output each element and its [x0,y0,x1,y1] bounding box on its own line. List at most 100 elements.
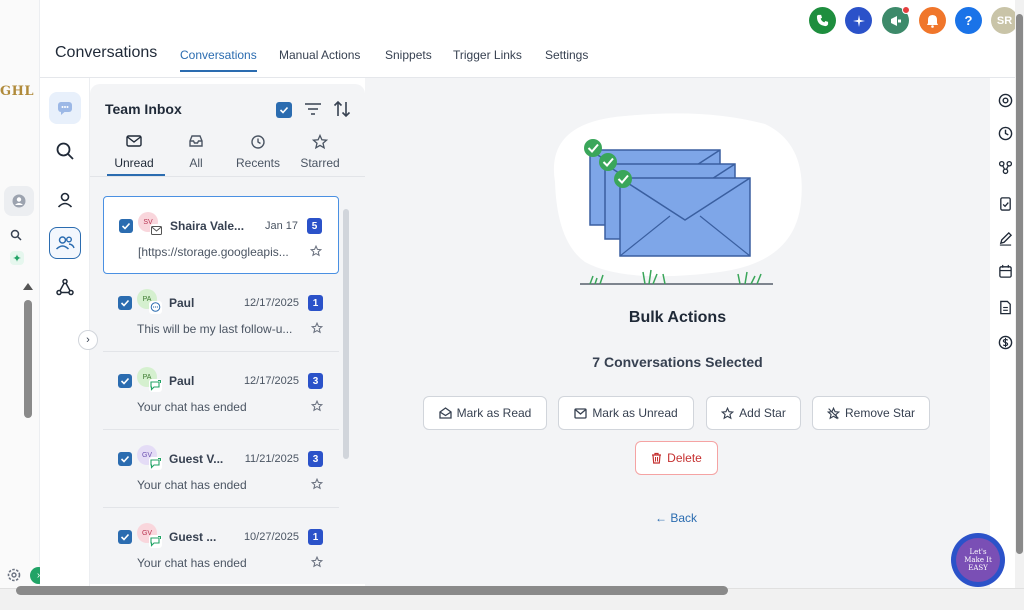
sort-icon[interactable] [333,100,351,123]
conversation-row[interactable]: SV Shaira Vale... Jan 17 5 [https://stor… [103,196,339,274]
message-date: 11/21/2025 [244,453,299,465]
payment-icon[interactable] [997,334,1013,350]
star-toggle-icon[interactable] [310,321,324,339]
filter-tab-label: Starred [300,156,340,170]
document-icon[interactable] [997,299,1013,315]
unread-count-badge: 3 [308,451,323,467]
row-checkbox[interactable] [118,374,132,388]
message-date: Jan 17 [264,220,298,232]
remove-star-button[interactable]: Remove Star [812,396,930,430]
delete-button[interactable]: Delete [635,441,718,475]
chat-icon [149,301,162,314]
star-toggle-icon[interactable] [310,555,324,573]
live-chat-icon [149,457,162,470]
tab-settings[interactable]: Settings [545,48,588,70]
horizontal-scroll-thumb[interactable] [16,586,728,595]
app-window: GHL ✦ › Conversations Conversations Manu… [0,0,1024,610]
user-avatar[interactable]: SR [991,7,1018,34]
phone-icon[interactable] [809,7,836,34]
message-date: 10/27/2025 [243,531,299,543]
location-switcher-icon[interactable] [4,186,34,216]
row-checkbox[interactable] [118,530,132,544]
scroll-up-arrow[interactable] [23,283,33,290]
conversation-row[interactable]: GV Guest ... 10/27/2025 1 Your chat has … [103,508,339,584]
message-preview: Your chat has ended [137,400,247,414]
help-chat-bubble[interactable]: Let's Make It EASY [951,533,1005,587]
page-title: Conversations [55,44,158,61]
conversation-row[interactable]: GV Guest V... 11/21/2025 3 Your chat has… [103,430,339,508]
mark-as-unread-button[interactable]: Mark as Unread [558,396,694,430]
inbox-icon [189,135,203,147]
add-star-button[interactable]: Add Star [706,396,801,430]
button-label: Delete [667,451,702,465]
tab-trigger-links[interactable]: Trigger Links [453,48,522,70]
unread-count-badge: 1 [308,529,323,545]
unread-count-badge: 5 [307,218,322,234]
star-toggle-icon[interactable] [309,244,323,262]
trash-icon [652,452,662,464]
star-icon [311,133,329,150]
help-icon[interactable]: ? [955,7,982,34]
vertical-scroll-thumb[interactable] [1016,14,1023,554]
bell-icon[interactable] [919,7,946,34]
top-header: Conversations Conversations Manual Actio… [40,0,1018,78]
message-preview: Your chat has ended [137,556,247,570]
contact-icon[interactable] [49,184,81,216]
button-label: Mark as Unread [592,406,678,420]
filter-tab-recents[interactable]: Recents [228,134,288,170]
workflow-icon[interactable] [49,271,81,303]
filter-icon[interactable] [304,101,322,122]
help-bubble-text: Let's Make It EASY [956,538,1000,582]
button-label: Remove Star [844,406,916,420]
email-icon [150,224,163,237]
chat-bubble-icon[interactable] [49,92,81,124]
opportunity-icon[interactable] [997,159,1013,175]
sparkle-icon[interactable] [845,7,872,34]
tab-manual-actions[interactable]: Manual Actions [279,48,360,70]
task-icon[interactable] [997,195,1013,211]
pen-icon[interactable] [997,230,1013,246]
live-chat-icon [149,379,162,392]
row-checkbox[interactable] [118,452,132,466]
contact-at-icon[interactable] [997,92,1013,108]
team-inbox-icon[interactable] [49,227,81,259]
conversation-row[interactable]: PA Paul 12/17/2025 1 This will be my las… [103,274,339,352]
back-link[interactable]: ← Back [655,511,697,525]
message-preview: Your chat has ended [137,478,247,492]
filter-tab-label: All [189,156,203,170]
tab-snippets[interactable]: Snippets [385,48,432,70]
search-icon[interactable] [49,135,81,167]
list-scrollbar[interactable] [343,209,349,459]
contact-name: Shaira Vale... [170,219,245,233]
star-toggle-icon[interactable] [310,477,324,495]
star-toggle-icon[interactable] [310,399,324,417]
filter-tab-starred[interactable]: Starred [290,133,350,170]
select-all-checkbox[interactable] [276,102,292,118]
conversation-row[interactable]: PA Paul 12/17/2025 3 Your chat has ended [103,352,339,430]
clock-icon[interactable] [997,125,1013,141]
envelope-open-icon [438,407,452,419]
calendar-icon[interactable] [997,263,1013,279]
envelope-icon [574,407,587,419]
clock-icon [251,135,265,149]
expand-panel-button[interactable]: › [78,330,98,350]
sidebar-scrollbar[interactable] [24,300,32,418]
search-icon[interactable] [10,228,22,246]
bulk-actions-title: Bulk Actions [628,309,727,326]
filter-tab-all[interactable]: All [166,134,226,170]
row-checkbox[interactable] [118,296,132,310]
message-date: 12/17/2025 [243,375,299,387]
selected-count: 7 Conversations Selected [592,354,763,370]
button-label: Mark as Read [456,406,532,420]
megaphone-icon[interactable] [882,6,910,34]
star-icon [721,406,735,419]
spark-icon[interactable]: ✦ [10,251,24,265]
message-preview: [https://storage.googleapis... [138,245,289,259]
envelopes-illustration [553,113,802,285]
settings-gear-icon[interactable] [6,567,22,588]
mark-as-read-button[interactable]: Mark as Read [423,396,547,430]
filter-tab-unread[interactable]: Unread [104,134,164,170]
notification-dot [902,6,910,14]
tab-conversations[interactable]: Conversations [180,48,257,72]
row-checkbox[interactable] [119,219,133,233]
